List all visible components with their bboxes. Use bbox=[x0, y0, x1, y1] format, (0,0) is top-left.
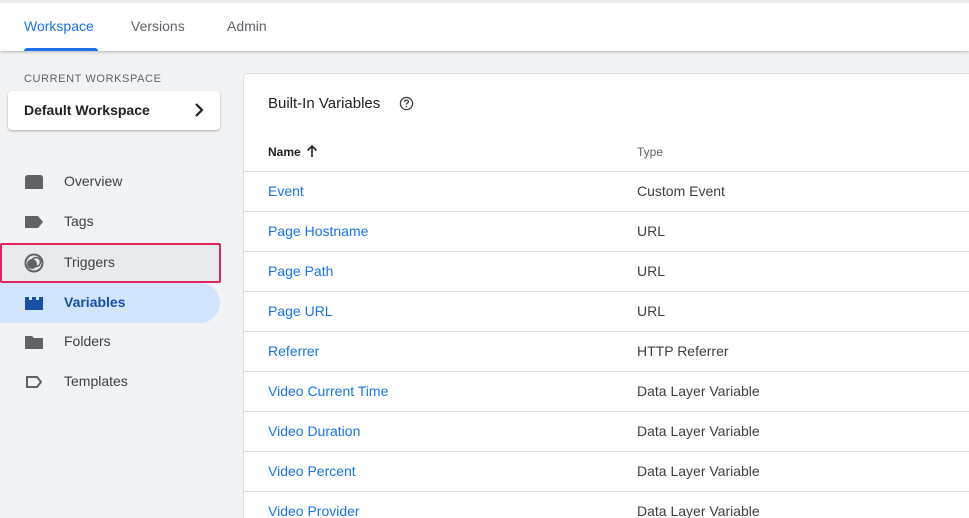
table-row: Page Path URL bbox=[244, 251, 969, 291]
sidebar-item-label: Variables bbox=[64, 294, 126, 310]
sidebar-item-label: Tags bbox=[64, 213, 94, 229]
sidebar-item-label: Overview bbox=[64, 173, 123, 189]
sidebar-item-tags[interactable]: Tags bbox=[0, 202, 220, 242]
variable-type: Data Layer Variable bbox=[637, 383, 760, 399]
tab-versions[interactable]: Versions bbox=[131, 18, 185, 34]
workspace-selector[interactable]: Default Workspace bbox=[8, 91, 220, 130]
variable-type: HTTP Referrer bbox=[637, 343, 729, 359]
built-in-variables-card: Built-In Variables Name Type Event Custo… bbox=[243, 73, 969, 518]
variables-icon bbox=[25, 297, 43, 310]
variable-name-link[interactable]: Page URL bbox=[268, 303, 333, 319]
table-row: Event Custom Event bbox=[244, 171, 969, 211]
variable-name-link[interactable]: Referrer bbox=[268, 343, 319, 359]
table-row: Video Current Time Data Layer Variable bbox=[244, 371, 969, 411]
template-icon bbox=[26, 376, 43, 388]
variable-type: Custom Event bbox=[637, 183, 725, 199]
page-title: Built-In Variables bbox=[268, 95, 381, 112]
table-row: Referrer HTTP Referrer bbox=[244, 331, 969, 371]
sidebar-item-label: Templates bbox=[64, 373, 128, 389]
variables-table: Event Custom Event Page Hostname URL Pag… bbox=[244, 171, 969, 518]
variable-name-link[interactable]: Video Percent bbox=[268, 463, 356, 479]
tab-workspace[interactable]: Workspace bbox=[24, 18, 94, 34]
variable-type: URL bbox=[637, 223, 666, 239]
current-workspace-label: CURRENT WORKSPACE bbox=[24, 73, 162, 85]
table-row: Page Hostname URL bbox=[244, 211, 969, 251]
variable-type: URL bbox=[637, 303, 666, 319]
variable-name-link[interactable]: Video Current Time bbox=[268, 383, 388, 399]
folder-icon bbox=[25, 336, 43, 349]
variable-name-link[interactable]: Page Path bbox=[268, 263, 333, 279]
table-row: Video Duration Data Layer Variable bbox=[244, 411, 969, 451]
variable-name-link[interactable]: Event bbox=[268, 183, 304, 199]
sidebar-item-variables[interactable]: Variables bbox=[0, 283, 220, 323]
sort-ascending-icon[interactable] bbox=[306, 144, 318, 158]
trigger-icon bbox=[24, 253, 44, 273]
column-header-type[interactable]: Type bbox=[637, 145, 663, 159]
variable-type: URL bbox=[637, 263, 666, 279]
sidebar-item-label: Folders bbox=[64, 333, 111, 349]
variable-name-link[interactable]: Page Hostname bbox=[268, 223, 368, 239]
tag-icon bbox=[25, 216, 43, 228]
help-icon[interactable] bbox=[399, 96, 414, 111]
variable-type: Data Layer Variable bbox=[637, 503, 760, 518]
sidebar-item-label: Triggers bbox=[64, 254, 115, 270]
variable-name-link[interactable]: Video Provider bbox=[268, 503, 360, 518]
sidebar-item-folders[interactable]: Folders bbox=[0, 322, 220, 362]
variable-type: Data Layer Variable bbox=[637, 463, 760, 479]
sidebar-item-overview[interactable]: Overview bbox=[0, 162, 220, 202]
variable-name-link[interactable]: Video Duration bbox=[268, 423, 360, 439]
table-row: Video Provider Data Layer Variable bbox=[244, 491, 969, 518]
variable-type: Data Layer Variable bbox=[637, 423, 760, 439]
sidebar-item-templates[interactable]: Templates bbox=[0, 362, 220, 402]
chevron-right-icon bbox=[195, 103, 204, 117]
sidebar-item-triggers[interactable]: Triggers bbox=[0, 243, 220, 283]
tab-admin[interactable]: Admin bbox=[227, 18, 267, 34]
workspace-name: Default Workspace bbox=[24, 102, 150, 118]
table-row: Page URL URL bbox=[244, 291, 969, 331]
top-navigation-bar: Workspace Versions Admin bbox=[0, 0, 969, 51]
table-row: Video Percent Data Layer Variable bbox=[244, 451, 969, 491]
active-tab-indicator bbox=[24, 48, 98, 51]
column-header-name[interactable]: Name bbox=[268, 145, 301, 159]
sidebar: CURRENT WORKSPACE Default Workspace Over… bbox=[0, 51, 232, 518]
overview-icon bbox=[25, 175, 43, 189]
